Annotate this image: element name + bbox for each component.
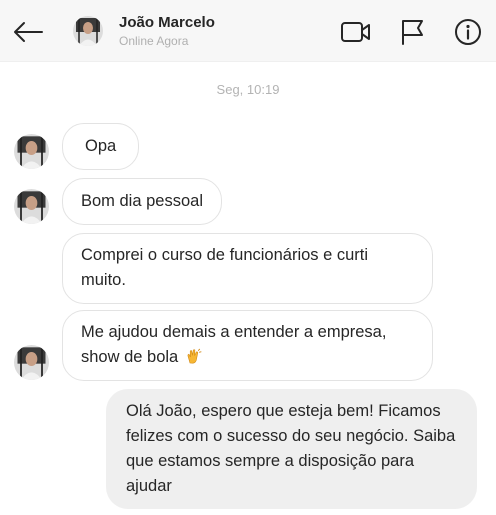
flag-icon <box>402 20 423 45</box>
contact-status: Online Agora <box>119 34 189 48</box>
avatar-photo <box>73 16 103 46</box>
video-call-button[interactable] <box>339 14 373 50</box>
sender-avatar[interactable] <box>14 345 49 380</box>
sender-avatar[interactable] <box>14 189 49 224</box>
contact-name[interactable]: João Marcelo <box>119 14 215 31</box>
incoming-message[interactable]: Bom dia pessoal <box>62 178 222 225</box>
avatar-photo <box>14 189 49 224</box>
info-button[interactable] <box>451 14 485 50</box>
incoming-message[interactable]: Opa <box>62 123 140 170</box>
message-text: Olá João, espero que esteja bem! Ficamos… <box>126 402 456 495</box>
message-text: Me ajudou demais a entender a empresa, s… <box>81 323 387 366</box>
message-text: Opa <box>85 137 117 155</box>
sender-avatar[interactable] <box>14 134 49 169</box>
clapping-hands-icon <box>187 348 202 364</box>
back-button[interactable] <box>10 14 46 50</box>
video-camera-icon <box>341 22 370 42</box>
message-text: Comprei o curso de funcionários e curti … <box>81 246 369 289</box>
avatar-photo <box>14 345 49 380</box>
incoming-message[interactable]: Comprei o curso de funcionários e curti … <box>62 233 433 304</box>
outgoing-message[interactable]: Olá João, espero que esteja bem! Ficamos… <box>106 389 477 509</box>
arrow-left-icon <box>14 22 43 42</box>
report-button[interactable] <box>395 14 429 50</box>
avatar-photo <box>14 134 49 169</box>
info-icon <box>455 19 481 45</box>
message-text: Bom dia pessoal <box>81 192 203 210</box>
chat-header: João Marcelo Online Agora <box>0 0 496 62</box>
contact-avatar[interactable] <box>73 16 103 46</box>
incoming-message[interactable]: Me ajudou demais a entender a empresa, s… <box>62 310 433 381</box>
message-timestamp: Seg, 10:19 <box>216 82 280 97</box>
